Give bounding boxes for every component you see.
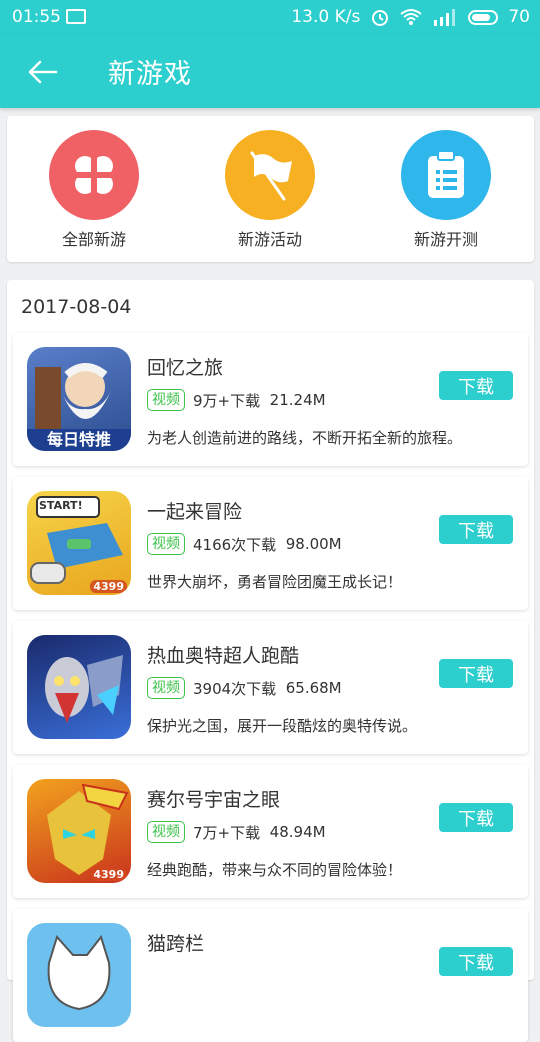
clipboard-icon (401, 130, 491, 220)
download-count: 3904次下载 (193, 679, 277, 698)
category-new-game-events[interactable]: 新游活动 (200, 130, 340, 250)
download-count: 9万+下载 (193, 391, 261, 410)
video-tag: 视频 (147, 389, 185, 411)
page-title: 新游戏 (108, 59, 192, 90)
battery-level: 70 (508, 7, 530, 27)
download-count: 4166次下载 (193, 535, 277, 554)
battery-icon (468, 9, 499, 25)
icon-brand: 4399 (90, 580, 127, 593)
status-right: 13.0 K/s 70 (291, 7, 530, 27)
category-label: 全部新游 (61, 230, 126, 249)
game-icon: 4399 (27, 779, 131, 883)
grid-icon (49, 130, 139, 220)
game-name: 回忆之旅 (147, 357, 224, 379)
game-name: 一起来冒险 (147, 501, 243, 523)
icon-badge: START! (39, 499, 83, 512)
icon-brand: 4399 (90, 868, 127, 881)
game-icon (27, 923, 131, 1027)
download-button[interactable]: 下载 (439, 371, 513, 400)
image-notification-icon (66, 9, 86, 24)
game-icon (27, 635, 131, 739)
download-button[interactable]: 下载 (439, 515, 513, 544)
game-item[interactable]: 4399 赛尔号宇宙之眼 视频 7万+下载 48.94M 经典跑酷，带来与众不同… (13, 765, 528, 898)
status-bar: 01:55 13.0 K/s 70 (0, 0, 540, 34)
flag-icon (225, 130, 315, 220)
app-bar: 新游戏 (0, 34, 540, 108)
status-time: 01:55 (12, 7, 61, 27)
game-name: 猫跨栏 (147, 933, 205, 955)
category-all-new-games[interactable]: 全部新游 (24, 130, 164, 250)
game-name: 热血奥特超人跑酷 (147, 645, 300, 667)
download-button[interactable]: 下载 (439, 659, 513, 688)
network-speed: 13.0 K/s (291, 7, 361, 27)
category-label: 新游活动 (237, 230, 302, 249)
signal-icon (434, 9, 456, 26)
icon-badge: 每日特推 (27, 429, 131, 451)
back-arrow-icon[interactable] (24, 54, 60, 90)
video-tag: 视频 (147, 821, 185, 843)
alarm-icon (372, 10, 389, 26)
file-size: 21.24M (269, 391, 326, 409)
download-button[interactable]: 下载 (439, 947, 513, 976)
game-meta: 视频 9万+下载 21.24M (147, 389, 326, 411)
game-meta: 视频 7万+下载 48.94M (147, 821, 326, 843)
wifi-icon (400, 9, 422, 25)
game-description: 保护光之国，展开一段酷炫的奥特传说。 (147, 717, 418, 735)
file-size: 65.68M (285, 679, 342, 697)
game-name: 赛尔号宇宙之眼 (147, 789, 281, 811)
game-icon: START! 4399 (27, 491, 131, 595)
file-size: 48.94M (269, 823, 326, 841)
game-description: 经典跑酷，带来与众不同的冒险体验！ (147, 861, 403, 879)
game-meta: 视频 4166次下载 98.00M (147, 533, 342, 555)
video-tag: 视频 (147, 677, 185, 699)
category-label: 新游开测 (413, 230, 478, 249)
game-item[interactable]: 猫跨栏 下载 (13, 909, 528, 1042)
file-size: 98.00M (285, 535, 342, 553)
download-button[interactable]: 下载 (439, 803, 513, 832)
category-new-game-tests[interactable]: 新游开测 (376, 130, 516, 250)
game-description: 世界大崩坏，勇者冒险团魔王成长记！ (147, 573, 403, 591)
game-item[interactable]: START! 4399 一起来冒险 视频 4166次下载 98.00M 世界大崩… (13, 477, 528, 610)
game-item[interactable]: 每日特推 回忆之旅 视频 9万+下载 21.24M 为老人创造前进的路线，不断开… (13, 333, 528, 466)
download-count: 7万+下载 (193, 823, 261, 842)
game-meta: 视频 3904次下载 65.68M (147, 677, 342, 699)
game-list-card: 2017-08-04 每日特推 回忆之旅 视频 9万+下载 21.24M 为老人… (7, 280, 534, 1042)
game-description: 为老人创造前进的路线，不断开拓全新的旅程。 (147, 429, 463, 447)
category-card: 全部新游 新游活动 新游开测 (7, 116, 534, 262)
game-item[interactable]: 热血奥特超人跑酷 视频 3904次下载 65.68M 保护光之国，展开一段酷炫的… (13, 621, 528, 754)
video-tag: 视频 (147, 533, 185, 555)
list-date: 2017-08-04 (21, 296, 132, 318)
game-icon: 每日特推 (27, 347, 131, 451)
